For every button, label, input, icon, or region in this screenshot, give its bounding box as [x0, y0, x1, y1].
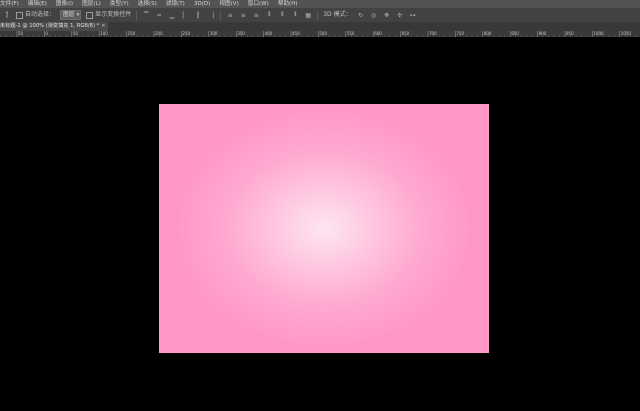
align-left-icon[interactable]: ▏ — [181, 11, 189, 19]
close-icon[interactable]: × — [101, 22, 105, 31]
3d-pan-icon[interactable]: ✥ — [383, 11, 391, 19]
ruler-label: 800 — [484, 31, 492, 36]
ruler-label: 650 — [402, 31, 410, 36]
ruler-label: 50 — [73, 31, 79, 36]
ruler-label: 400 — [265, 31, 273, 36]
3d-roll-icon[interactable]: ◎ — [370, 11, 378, 19]
align-top-icon[interactable]: ▔ — [142, 11, 150, 19]
show-transform-toggle[interactable]: 显示变换控件 — [86, 11, 131, 19]
ruler-label: 600 — [374, 31, 382, 36]
ruler-label: 500 — [319, 31, 327, 36]
separator — [220, 10, 222, 20]
ruler-label: 0 — [45, 31, 48, 36]
distribute-hcenter-icon[interactable]: ⦀ — [278, 11, 286, 19]
menu-image[interactable]: 图像(I) — [52, 0, 78, 8]
ruler-label: 200 — [155, 31, 163, 36]
auto-select-toggle[interactable]: 自动选择： — [16, 11, 55, 19]
document-tab-bar: 未标题-1 @ 100% (渐变填充 1, RGB/8) * × — [0, 22, 640, 31]
canvas-area[interactable] — [0, 37, 640, 411]
separator — [136, 10, 138, 20]
auto-select-dropdown[interactable]: 图层 — [60, 10, 82, 20]
auto-align-icon[interactable]: ▦ — [304, 11, 312, 19]
menu-help[interactable]: 帮助(H) — [274, 0, 303, 8]
3d-scale-icon[interactable]: ⊶ — [409, 11, 417, 19]
ruler-label: 350 — [237, 31, 245, 36]
ruler-label: 50 — [18, 31, 24, 36]
separator — [317, 10, 319, 20]
ruler-label: 450 — [292, 31, 300, 36]
ruler-label: 700 — [429, 31, 437, 36]
auto-select-label: 自动选择： — [25, 11, 56, 18]
distribute-left-icon[interactable]: ⦀ — [265, 11, 273, 19]
ruler-label: 900 — [539, 31, 547, 36]
ruler-label: 950 — [566, 31, 574, 36]
3d-slide-icon[interactable]: ✣ — [396, 11, 404, 19]
ruler-label: 250 — [182, 31, 190, 36]
document-canvas[interactable] — [159, 104, 489, 353]
distribute-top-icon[interactable]: ≡ — [226, 11, 234, 19]
auto-select-checkbox[interactable] — [16, 11, 23, 19]
ruler-label: 550 — [347, 31, 355, 36]
distribute-vcenter-icon[interactable]: ≡ — [239, 11, 247, 19]
distribute-bottom-icon[interactable]: ≡ — [252, 11, 260, 19]
document-tab[interactable]: 未标题-1 @ 100% (渐变填充 1, RGB/8) * × — [0, 22, 109, 31]
document-tab-title: 未标题-1 @ 100% (渐变填充 1, RGB/8) * — [0, 23, 100, 29]
3d-rotate-icon[interactable]: ↻ — [357, 11, 365, 19]
ruler-label: 300 — [210, 31, 218, 36]
menu-window[interactable]: 窗口(W) — [244, 0, 274, 8]
menu-type[interactable]: 类型(Y) — [106, 0, 134, 8]
align-bottom-icon[interactable]: ▁ — [168, 11, 176, 19]
align-vcenter-icon[interactable]: ═ — [155, 11, 163, 19]
show-transform-label: 显示变换控件 — [95, 11, 132, 18]
menu-layer[interactable]: 图层(L) — [78, 0, 106, 8]
ruler-label: 750 — [456, 31, 464, 36]
menu-filter[interactable]: 滤镜(T) — [162, 0, 190, 8]
move-tool-icon[interactable] — [3, 11, 11, 19]
menu-3d[interactable]: 3D(D) — [190, 0, 216, 8]
show-transform-checkbox[interactable] — [86, 11, 94, 19]
ruler-label: 1000 — [593, 31, 604, 36]
mode-3d-label: 3D 模式： — [323, 11, 352, 18]
ruler-label: 850 — [511, 31, 519, 36]
ruler-label: 1050 — [621, 31, 632, 36]
distribute-right-icon[interactable]: ⦀ — [291, 11, 299, 19]
ruler-label: 150 — [128, 31, 136, 36]
menu-select[interactable]: 选择(S) — [134, 0, 162, 8]
align-hcenter-icon[interactable]: ║ — [194, 11, 202, 19]
options-bar: 自动选择： 图层 显示变换控件 ▔ ═ ▁ ▏ ║ ▕ ≡ ≡ ≡ ⦀ ⦀ ⦀ … — [0, 8, 640, 22]
menu-file[interactable]: 文件(F) — [0, 0, 24, 8]
align-right-icon[interactable]: ▕ — [207, 11, 215, 19]
menu-view[interactable]: 视图(V) — [215, 0, 243, 8]
menu-edit[interactable]: 编辑(E) — [24, 0, 52, 8]
menu-bar: 文件(F) 编辑(E) 图像(I) 图层(L) 类型(Y) 选择(S) 滤镜(T… — [0, 0, 640, 8]
ruler-label: 100 — [100, 31, 108, 36]
